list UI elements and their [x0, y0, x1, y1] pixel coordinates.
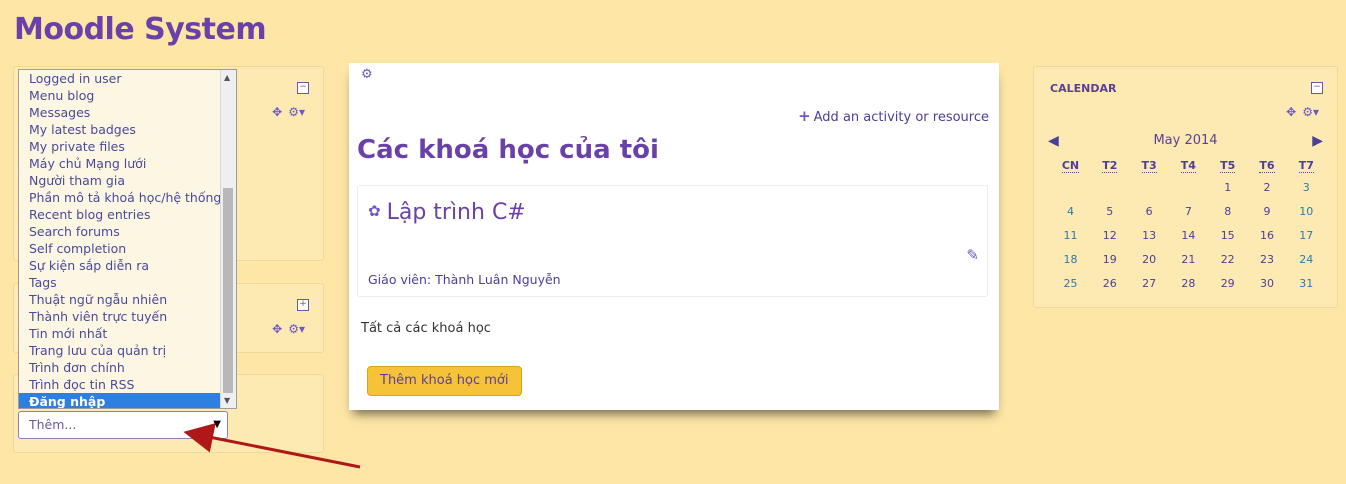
annotation-arrow-icon	[183, 423, 361, 469]
